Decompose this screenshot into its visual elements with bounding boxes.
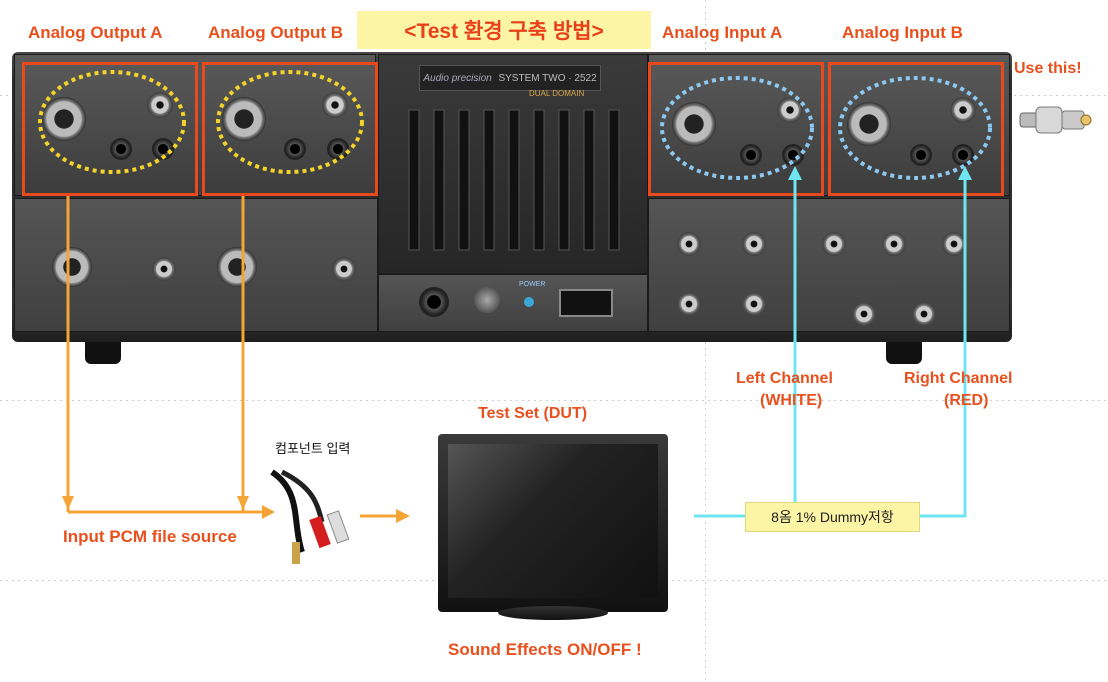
ellipse-input-a	[660, 76, 814, 180]
tv-screen	[448, 444, 658, 598]
wire-right-channel	[918, 175, 967, 518]
ellipse-output-b	[216, 70, 364, 174]
ellipse-input-b	[838, 76, 992, 180]
rca-cable-image	[270, 469, 350, 564]
label-right-channel: Right Channel	[904, 370, 1013, 387]
dut-tv	[438, 434, 668, 612]
label-input-pcm: Input PCM file source	[63, 527, 237, 546]
label-test-set: Test Set (DUT)	[478, 405, 588, 422]
arrow-right	[958, 166, 972, 180]
label-component-input: 컴포넌트 입력	[275, 441, 351, 456]
label-sound-effects: Sound Effects ON/OFF !	[448, 640, 642, 659]
arrow-output-a	[62, 496, 74, 510]
label-right-channel-sub: (RED)	[944, 392, 989, 409]
arrow-left	[788, 166, 802, 180]
dummy-resistor-label: 8옴 1% Dummy저항	[771, 509, 894, 525]
label-left-channel: Left Channel	[736, 370, 833, 387]
arrow-dut	[396, 509, 410, 523]
tv-stand	[498, 606, 608, 620]
ellipse-output-a	[38, 70, 186, 174]
label-left-channel-sub: (WHITE)	[760, 392, 823, 409]
dummy-resistor-box: 8옴 1% Dummy저항	[745, 502, 920, 532]
arrow-output-b	[237, 496, 249, 510]
